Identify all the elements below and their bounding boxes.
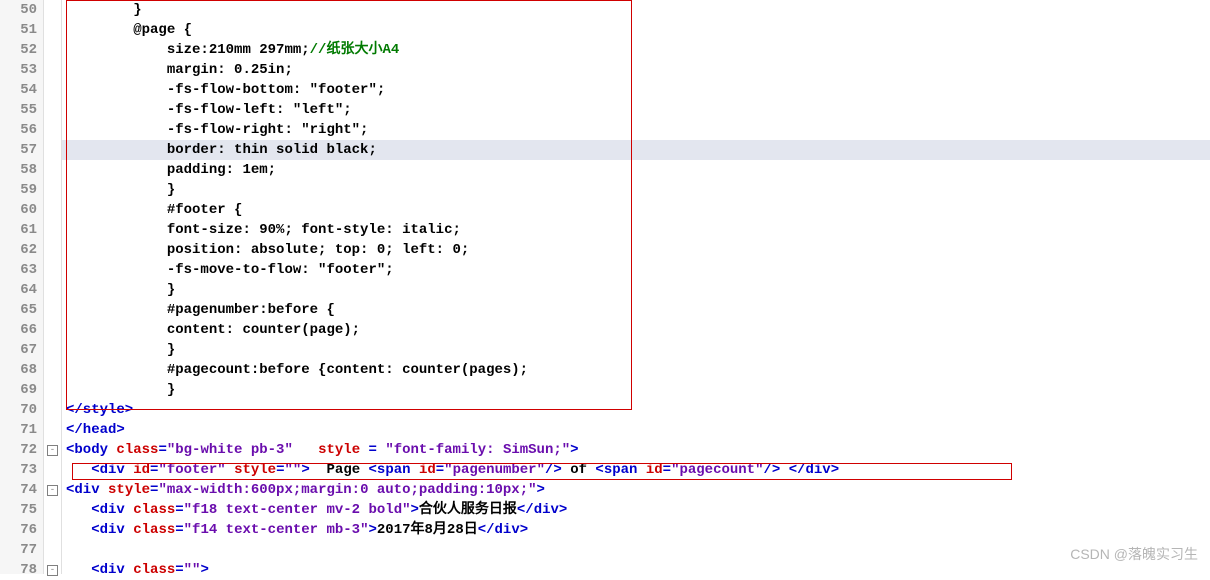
- code-text: -fs-flow-right: "right";: [66, 122, 368, 138]
- code-text: #pagecount:before {content: counter(page…: [66, 362, 528, 378]
- code-text: }: [66, 182, 175, 198]
- line-number[interactable]: 63: [0, 260, 37, 280]
- watermark-text: CSDN @落魄实习生: [1070, 544, 1198, 564]
- fold-toggle-icon[interactable]: -: [47, 565, 58, 576]
- line-number[interactable]: 58: [0, 160, 37, 180]
- code-text: #pagenumber:before {: [66, 302, 335, 318]
- line-number[interactable]: 67: [0, 340, 37, 360]
- code-text: }: [66, 342, 175, 358]
- code-text: [66, 542, 74, 558]
- code-text-area[interactable]: } @page { size:210mm 297mm;//纸张大小A4 marg…: [62, 0, 1210, 574]
- line-number[interactable]: 71: [0, 420, 37, 440]
- line-number[interactable]: 77: [0, 540, 37, 560]
- fold-column: - - -: [44, 0, 62, 574]
- code-text: -fs-flow-bottom: "footer";: [66, 82, 385, 98]
- line-number[interactable]: 62: [0, 240, 37, 260]
- line-number[interactable]: 59: [0, 180, 37, 200]
- code-text: content: counter(page);: [66, 322, 360, 338]
- code-text: <div id="footer" style=""> Page <span id…: [66, 462, 839, 478]
- code-text: font-size: 90%; font-style: italic;: [66, 222, 461, 238]
- line-number[interactable]: 60: [0, 200, 37, 220]
- code-editor: 50 51 52 53 54 55 56 57 58 59 60 61 62 6…: [0, 0, 1210, 574]
- line-number[interactable]: 56: [0, 120, 37, 140]
- code-text: -fs-move-to-flow: "footer";: [66, 262, 394, 278]
- code-text: @page {: [66, 22, 192, 38]
- line-number[interactable]: 69: [0, 380, 37, 400]
- line-number[interactable]: 53: [0, 60, 37, 80]
- code-text: <div class="f18 text-center mv-2 bold">合…: [66, 502, 567, 518]
- code-text: -fs-flow-left: "left";: [66, 102, 352, 118]
- line-number[interactable]: 57: [0, 140, 37, 160]
- code-text: #footer {: [66, 202, 242, 218]
- line-number[interactable]: 66: [0, 320, 37, 340]
- code-text: position: absolute; top: 0; left: 0;: [66, 242, 469, 258]
- line-number[interactable]: 54: [0, 80, 37, 100]
- line-number[interactable]: 65: [0, 300, 37, 320]
- line-number[interactable]: 72: [0, 440, 37, 460]
- line-number[interactable]: 52: [0, 40, 37, 60]
- line-number[interactable]: 70: [0, 400, 37, 420]
- line-number[interactable]: 73: [0, 460, 37, 480]
- line-number[interactable]: 51: [0, 20, 37, 40]
- fold-toggle-icon[interactable]: -: [47, 445, 58, 456]
- line-number[interactable]: 75: [0, 500, 37, 520]
- code-text: size:210mm 297mm;//纸张大小A4: [66, 42, 399, 58]
- code-text: </style>: [66, 402, 133, 418]
- line-number[interactable]: 76: [0, 520, 37, 540]
- line-number[interactable]: 64: [0, 280, 37, 300]
- code-text: }: [66, 282, 175, 298]
- line-number[interactable]: 61: [0, 220, 37, 240]
- line-number-gutter[interactable]: 50 51 52 53 54 55 56 57 58 59 60 61 62 6…: [0, 0, 44, 574]
- line-number[interactable]: 50: [0, 0, 37, 20]
- code-text: </head>: [66, 422, 125, 438]
- code-text: <div class="">: [66, 562, 209, 578]
- line-number[interactable]: 68: [0, 360, 37, 380]
- code-text: <div class="f14 text-center mb-3">2017年8…: [66, 522, 528, 538]
- line-number[interactable]: 74: [0, 480, 37, 500]
- code-text: }: [66, 2, 142, 18]
- fold-toggle-icon[interactable]: -: [47, 485, 58, 496]
- code-text: <body class="bg-white pb-3" style = "fon…: [66, 442, 579, 458]
- code-text: margin: 0.25in;: [66, 62, 293, 78]
- code-text: border: thin solid black;: [66, 142, 377, 158]
- line-number[interactable]: 55: [0, 100, 37, 120]
- code-text: padding: 1em;: [66, 162, 276, 178]
- code-text: <div style="max-width:600px;margin:0 aut…: [66, 482, 545, 498]
- code-text: }: [66, 382, 175, 398]
- line-number[interactable]: 78: [0, 560, 37, 580]
